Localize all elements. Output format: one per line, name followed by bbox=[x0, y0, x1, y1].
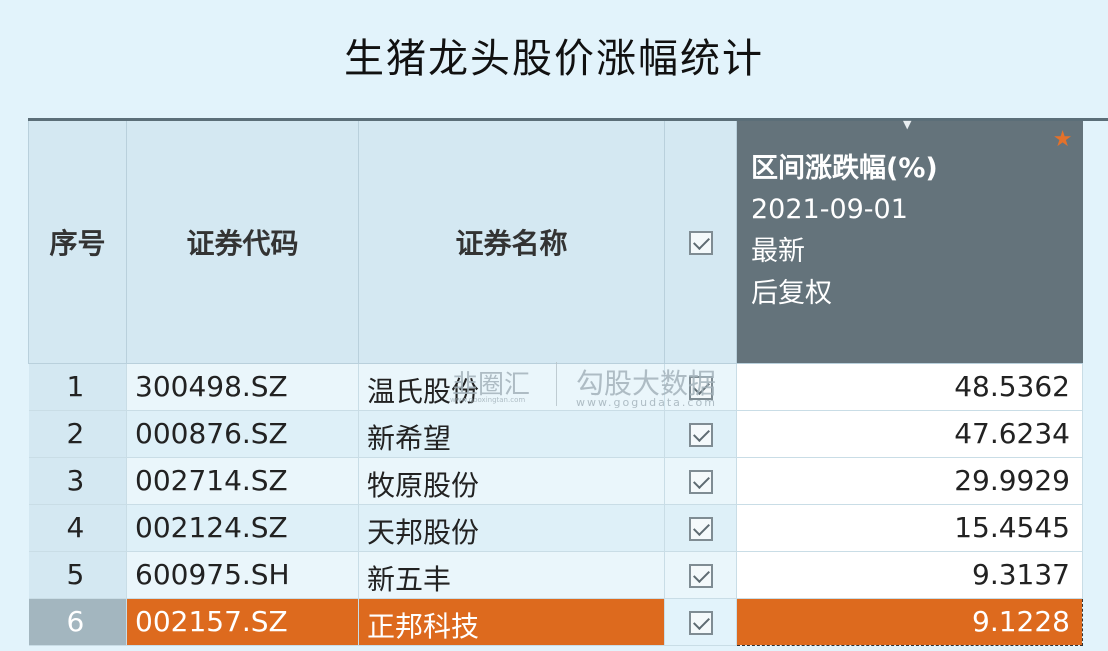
change-adjustment: 后复权 bbox=[751, 278, 832, 309]
data-grid: 序号 证券代码 证券名称 ▼ ★ 区间涨跌幅(%) 2021-09-01 最新 … bbox=[28, 118, 1108, 651]
table-row[interactable]: 6 002157.SZ 正邦科技 9.1228 bbox=[28, 597, 1083, 646]
row-checkbox-cell[interactable] bbox=[664, 551, 737, 599]
table-row[interactable]: 3 002714.SZ 牧原股份 29.9929 bbox=[28, 457, 1083, 505]
row-change: 29.9929 bbox=[736, 457, 1083, 505]
row-seq: 1 bbox=[28, 363, 127, 411]
header-row: 序号 证券代码 证券名称 ▼ ★ 区间涨跌幅(%) 2021-09-01 最新 … bbox=[28, 118, 1083, 364]
row-code: 002714.SZ bbox=[126, 457, 359, 505]
row-code: 002157.SZ bbox=[126, 598, 359, 646]
row-change: 9.1228 bbox=[736, 597, 1083, 646]
row-checkbox-cell[interactable] bbox=[664, 457, 737, 505]
column-header-select-all[interactable] bbox=[664, 121, 737, 364]
column-header-change[interactable]: ▼ ★ 区间涨跌幅(%) 2021-09-01 最新 后复权 bbox=[736, 118, 1083, 364]
column-header-code[interactable]: 证券代码 bbox=[126, 121, 359, 364]
page-title: 生猪龙头股价涨幅统计 bbox=[344, 36, 764, 82]
row-change: 48.5362 bbox=[736, 363, 1083, 411]
row-name: 牧原股份 bbox=[358, 457, 665, 505]
row-checkbox-cell[interactable] bbox=[664, 598, 737, 646]
star-icon[interactable]: ★ bbox=[1053, 127, 1073, 152]
checkbox-checked-icon[interactable] bbox=[688, 517, 713, 541]
row-seq: 4 bbox=[28, 504, 127, 552]
row-code: 300498.SZ bbox=[126, 363, 359, 411]
row-change: 9.3137 bbox=[736, 551, 1083, 599]
row-checkbox-cell[interactable] bbox=[664, 504, 737, 552]
change-date: 2021-09-01 bbox=[751, 194, 908, 225]
checkbox-checked-icon[interactable] bbox=[688, 470, 713, 494]
column-header-seq[interactable]: 序号 bbox=[28, 121, 127, 364]
sort-indicator-icon: ▼ bbox=[903, 118, 912, 131]
row-change: 15.4545 bbox=[736, 504, 1083, 552]
table-row[interactable]: 2 000876.SZ 新希望 47.6234 bbox=[28, 410, 1083, 458]
change-period: 最新 bbox=[751, 236, 805, 267]
checkbox-checked-icon[interactable] bbox=[688, 564, 713, 588]
row-seq: 3 bbox=[28, 457, 127, 505]
table-row[interactable]: 1 300498.SZ 温氏股份 48.5362 bbox=[28, 363, 1083, 411]
row-checkbox-cell[interactable] bbox=[664, 410, 737, 458]
row-code: 600975.SH bbox=[126, 551, 359, 599]
checkbox-checked-icon[interactable] bbox=[688, 231, 713, 256]
row-seq: 5 bbox=[28, 551, 127, 599]
table-row[interactable]: 5 600975.SH 新五丰 9.3137 bbox=[28, 551, 1083, 599]
table-row[interactable]: 4 002124.SZ 天邦股份 15.4545 bbox=[28, 504, 1083, 552]
checkbox-checked-icon[interactable] bbox=[688, 376, 713, 400]
row-change: 47.6234 bbox=[736, 410, 1083, 458]
row-name: 温氏股份 bbox=[358, 363, 665, 411]
row-seq: 6 bbox=[28, 598, 127, 646]
row-name: 正邦科技 bbox=[358, 598, 665, 646]
column-header-name[interactable]: 证券名称 bbox=[358, 121, 665, 364]
checkbox-checked-icon[interactable] bbox=[688, 423, 713, 447]
row-code: 000876.SZ bbox=[126, 410, 359, 458]
row-name: 新五丰 bbox=[358, 551, 665, 599]
checkbox-checked-icon[interactable] bbox=[688, 611, 713, 635]
change-label: 区间涨跌幅(%) bbox=[751, 153, 938, 184]
row-checkbox-cell[interactable] bbox=[664, 363, 737, 411]
row-code: 002124.SZ bbox=[126, 504, 359, 552]
stock-table: 序号 证券代码 证券名称 ▼ ★ 区间涨跌幅(%) 2021-09-01 最新 … bbox=[28, 118, 1083, 646]
row-seq: 2 bbox=[28, 410, 127, 458]
row-name: 新希望 bbox=[358, 410, 665, 458]
row-name: 天邦股份 bbox=[358, 504, 665, 552]
